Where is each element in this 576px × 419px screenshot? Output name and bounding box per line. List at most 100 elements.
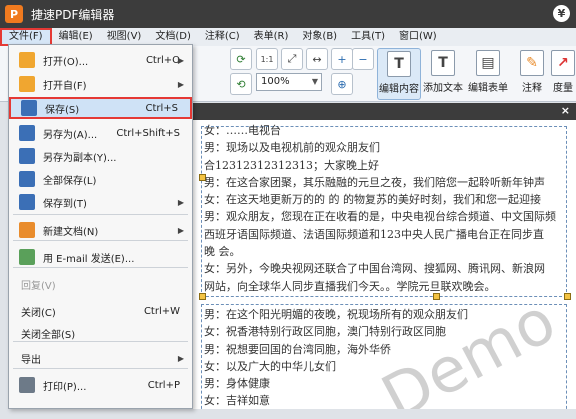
edit-content-button[interactable]: T 编辑内容 (377, 48, 421, 100)
menu-shortcut: Ctrl+S (145, 102, 178, 114)
menu-item-label: 新建文档(N) (43, 226, 99, 238)
file-menu-folder[interactable]: 打开自(F) ▶ (9, 73, 192, 95)
text-line: 晚 会。 (204, 245, 241, 259)
email-icon (19, 249, 35, 265)
measure-label: 度量 (553, 83, 573, 94)
menu-item-label: 导出 (21, 354, 41, 366)
menu-form[interactable]: 表单(R) (247, 28, 296, 46)
add-text-icon: T (431, 50, 455, 76)
chevron-right-icon: ▶ (177, 79, 184, 89)
menu-comment[interactable]: 注释(C) (198, 28, 247, 46)
app-title: 捷速PDF编辑器 (31, 7, 115, 22)
zoom-select[interactable]: 100% ▼ (256, 73, 322, 91)
measure-icon: ↗ (551, 50, 575, 76)
file-menu-save-copy[interactable]: 另存为副本(Y)... (9, 145, 192, 167)
file-menu-item-10[interactable]: 关闭(C) Ctrl+W (9, 300, 192, 322)
menu-item-label: 全部保存(L) (43, 175, 97, 187)
menu-item-label: 打印(P)... (43, 381, 87, 393)
text-line: 女：吉祥如意 (204, 394, 270, 408)
app-logo-icon: P (5, 5, 23, 23)
file-menu-email[interactable]: 用 E-mail 发送(E)... (9, 246, 192, 268)
file-menu-item-12[interactable]: 导出 ▶ (9, 347, 192, 369)
menu-window[interactable]: 窗口(W) (392, 28, 444, 46)
menu-item-label: 回复(V) (21, 280, 56, 292)
document-tab-bar: × (190, 103, 576, 120)
add-text-label: 添加文本 (423, 83, 463, 94)
menu-item-label: 用 E-mail 发送(E)... (43, 253, 135, 265)
text-line: 男：现场以及电视机前的观众朋友们 (204, 141, 380, 155)
file-menu-item-9: 回复(V) (9, 273, 192, 295)
edit-content-label: 编辑内容 (379, 84, 419, 95)
text-line: 男：观众朋友，您现在正在收看的是，中央电视台综合频道、中文国际频 (204, 210, 556, 224)
menu-item-label: 另存为(A)... (43, 129, 98, 141)
measure-button[interactable]: ↗ 度量 (548, 48, 576, 100)
menu-shortcut: Ctrl+O (145, 54, 180, 66)
chevron-right-icon: ▶ (177, 353, 184, 363)
printer-icon (19, 377, 35, 393)
menu-object[interactable]: 对象(B) (295, 28, 344, 46)
annotate-icon: ✎ (520, 50, 544, 76)
edit-content-icon: T (387, 51, 411, 77)
resize-handle[interactable] (564, 293, 571, 300)
file-menu-save-all[interactable]: 全部保存(L) (9, 168, 192, 190)
zoom-out-icon[interactable]: − (352, 48, 374, 70)
menu-shortcut: Ctrl+Shift+S (116, 127, 180, 139)
text-line: 西班牙语国际频道、法语国际频道和123中央人民广播电台正在同步直 (204, 227, 544, 241)
folder-open-icon (19, 52, 35, 68)
file-menu-save-to[interactable]: 保存到(T) ▶ (9, 191, 192, 213)
menu-item-label: 打开(O)... (43, 56, 89, 68)
menu-item-label: 关闭(C) (21, 307, 56, 319)
rotate-cw-icon[interactable]: ⟳ (230, 48, 252, 70)
menu-shortcut: Ctrl+P (147, 379, 180, 391)
text-line: 网站，向全球华人同步直播我们今天。。学院元旦联欢晚会。 (204, 279, 496, 293)
chevron-down-icon: ▼ (311, 77, 318, 86)
file-menu-dropdown: 打开(O)... Ctrl+O ▶ 打开自(F) ▶ 保存(S) Ctrl+S 另存为(A).… (8, 44, 193, 409)
edit-form-button[interactable]: ▤ 编辑表单 (466, 48, 510, 100)
title-bar: P 捷速PDF编辑器 ¥ (0, 0, 576, 28)
add-text-button[interactable]: T 添加文本 (421, 48, 465, 100)
file-menu-printer[interactable]: 打印(P)... Ctrl+P (9, 374, 192, 396)
file-menu-new-document[interactable]: 新建文档(N) ▶ (9, 219, 192, 241)
zoom-in-icon[interactable]: + (331, 48, 353, 70)
chevron-right-icon: ▶ (177, 225, 184, 235)
menu-shortcut: Ctrl+W (143, 305, 180, 317)
chevron-right-icon: ▶ (177, 197, 184, 207)
chevron-right-icon: ▶ (177, 55, 184, 65)
text-line: 女：在这天地更新万的的 的 的物复苏的美好时刻，我们和您一起迎接 (204, 193, 541, 207)
fit-page-icon[interactable]: ⤢ (281, 48, 303, 70)
save-as-icon (19, 125, 35, 141)
edit-form-icon: ▤ (476, 50, 500, 76)
text-line: 女：……电视台 (204, 124, 281, 137)
folder-icon (19, 76, 35, 92)
file-menu-folder-open[interactable]: 打开(O)... Ctrl+O ▶ (9, 49, 192, 71)
close-icon[interactable]: × (561, 104, 570, 117)
text-line: 男：在这合家团聚，其乐融融的元旦之夜，我们陪您一起聆听新年钟声 (204, 175, 545, 189)
file-menu-item-11[interactable]: 关闭全部(S) (9, 322, 192, 344)
edit-form-label: 编辑表单 (468, 83, 508, 94)
menu-item-label: 打开自(F) (43, 80, 87, 92)
menu-separator (13, 214, 188, 215)
document-page[interactable]: 女：……电视台 男：现场以及电视机前的观众朋友们 合12312312312313… (190, 120, 576, 409)
menu-item-label: 关闭全部(S) (21, 329, 76, 341)
text-line: 合12312312312313；大家晚上好 (204, 158, 379, 172)
menu-item-label: 保存(S) (45, 104, 80, 116)
annotate-label: 注释 (522, 83, 542, 94)
actual-size-icon[interactable]: 1:1 (256, 48, 278, 70)
rotate-ccw-icon[interactable]: ⟲ (230, 73, 252, 95)
file-menu-save-as[interactable]: 另存为(A)... Ctrl+Shift+S (9, 122, 192, 144)
menu-item-label: 另存为副本(Y)... (43, 152, 117, 164)
fit-width-icon[interactable]: ↔ (306, 48, 328, 70)
save-icon (21, 100, 37, 116)
menu-item-label: 保存到(T) (43, 198, 87, 210)
zoom-add-icon[interactable]: ⊕ (331, 73, 353, 95)
menu-tools[interactable]: 工具(T) (344, 28, 392, 46)
new-document-icon (19, 222, 35, 238)
save-copy-icon (19, 148, 35, 164)
text-line: 女：另外，今晚央视网还联合了中国台湾网、搜狐网、腾讯网、新浪网 (204, 262, 545, 276)
file-menu-item-14[interactable] (9, 397, 192, 419)
text-block-1[interactable]: 女：……电视台 男：现场以及电视机前的观众朋友们 合12312312312313… (204, 122, 560, 295)
save-to-icon (19, 194, 35, 210)
file-menu-save[interactable]: 保存(S) Ctrl+S (9, 97, 192, 119)
save-all-icon (19, 171, 35, 187)
user-account-icon[interactable]: ¥ (553, 5, 570, 22)
